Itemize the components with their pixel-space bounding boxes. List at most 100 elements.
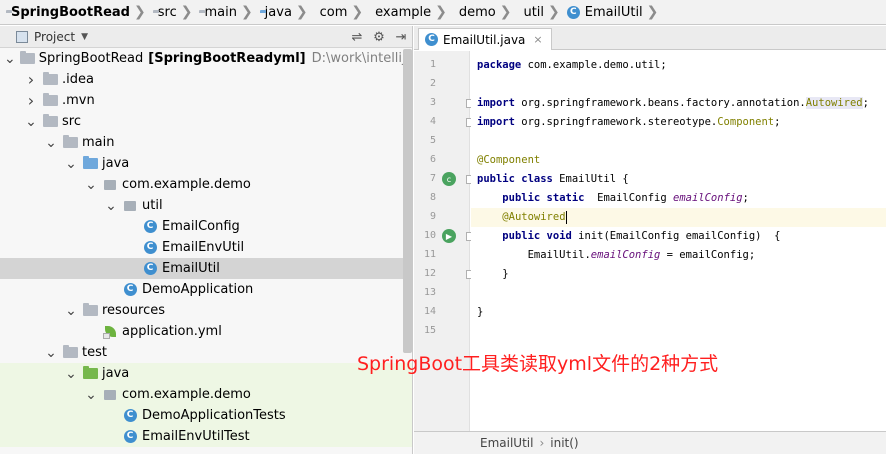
breadcrumb-item[interactable]: SpringBootRead xyxy=(0,0,134,24)
chevron-down-icon[interactable]: ⌄ xyxy=(84,387,98,403)
chevron-down-icon[interactable]: ⌄ xyxy=(84,177,98,193)
package-icon xyxy=(102,178,118,192)
settings-icon[interactable]: ⚙ xyxy=(368,26,390,48)
breadcrumb-class[interactable]: EmailUtil xyxy=(480,436,533,450)
chevron-right-icon[interactable]: › xyxy=(24,91,38,110)
tree-item[interactable]: C EmailUtil xyxy=(0,258,412,279)
breadcrumb-item[interactable]: demo xyxy=(448,0,500,24)
code-token: emailConfig xyxy=(590,249,661,261)
code-token: import xyxy=(477,97,515,109)
tree-item[interactable]: C EmailEnvUtilTest xyxy=(0,426,412,447)
code-line[interactable]: import org.springframework.beans.factory… xyxy=(477,94,869,113)
code-line[interactable]: import org.springframework.stereotype.Co… xyxy=(477,113,780,132)
chevron-down-icon[interactable]: ⌄ xyxy=(44,345,58,361)
code-token: public class xyxy=(477,173,553,185)
breadcrumb-item[interactable]: main xyxy=(193,0,240,24)
code-line[interactable]: @Component xyxy=(477,151,540,170)
tree-item[interactable]: ⌄ java xyxy=(0,153,412,174)
breadcrumb-label: example xyxy=(375,4,432,20)
tree-item[interactable]: C EmailEnvUtil xyxy=(0,237,412,258)
code-line[interactable]: EmailUtil.emailConfig = emailConfig; xyxy=(477,246,756,265)
tree-item[interactable]: ⌄ java xyxy=(0,363,412,384)
tree-item[interactable]: ⌄ main xyxy=(0,132,412,153)
breadcrumb-item[interactable]: C EmailUtil xyxy=(561,0,647,24)
line-number: 6 xyxy=(429,154,436,165)
close-icon[interactable]: × xyxy=(533,33,542,46)
breadcrumb-separator: › xyxy=(539,436,545,450)
hide-icon[interactable]: ⇥ xyxy=(390,26,412,48)
chevron-down-icon[interactable]: ⌄ xyxy=(44,135,58,151)
code-line[interactable]: } xyxy=(477,303,483,322)
breadcrumb-item[interactable]: src xyxy=(147,0,181,24)
code-token: public void xyxy=(502,230,572,242)
breadcrumb-item[interactable]: java xyxy=(254,0,296,24)
class-icon: C xyxy=(142,220,158,234)
chevron-down-icon[interactable]: ⌄ xyxy=(4,51,16,67)
chevron-right-icon: ❯ xyxy=(351,4,364,20)
chevron-down-icon[interactable]: ▼ xyxy=(81,32,88,42)
line-number: 10 xyxy=(423,230,436,241)
breadcrumb-item[interactable]: com xyxy=(309,0,352,24)
chevron-down-icon[interactable]: ⌄ xyxy=(64,156,78,172)
chevron-right-icon[interactable]: › xyxy=(24,70,38,89)
code-line[interactable]: public static EmailConfig emailConfig; xyxy=(477,189,749,208)
tree-item[interactable]: › .idea xyxy=(0,69,412,90)
line-number: 11 xyxy=(423,249,436,260)
tab-emailutil[interactable]: C EmailUtil.java × xyxy=(418,28,552,50)
code-line[interactable]: package com.example.demo.util; xyxy=(477,56,667,75)
folder-icon xyxy=(82,303,98,318)
code-line[interactable]: @Autowired xyxy=(471,208,886,227)
folder-icon xyxy=(42,114,58,129)
breadcrumb-method[interactable]: init() xyxy=(550,436,578,450)
chevron-down-icon[interactable]: ⌄ xyxy=(64,366,78,382)
folder-icon xyxy=(42,93,58,108)
breadcrumb-label: src xyxy=(157,4,177,20)
tree-item[interactable]: ⌄ src xyxy=(0,111,412,132)
tree-item[interactable]: C DemoApplication xyxy=(0,279,412,300)
tree-item-label: src xyxy=(62,114,81,129)
code-token: emailConfig xyxy=(673,192,743,204)
code-token: ; xyxy=(774,116,781,128)
breadcrumb-item[interactable]: example xyxy=(364,0,435,24)
code-token: Autowired xyxy=(805,97,863,109)
bean-icon[interactable]: c xyxy=(442,172,456,186)
chevron-down-icon[interactable]: ⌄ xyxy=(24,114,38,130)
breadcrumb-item[interactable]: util xyxy=(512,0,548,24)
tree-item[interactable]: ⌄ util xyxy=(0,195,412,216)
chevron-right-icon: ❯ xyxy=(435,4,447,20)
tree-item[interactable]: ⌄ test xyxy=(0,342,412,363)
project-panel-title[interactable]: Project xyxy=(34,30,75,44)
tree-item[interactable]: C DemoApplicationTests xyxy=(0,405,412,426)
code-line[interactable]: } xyxy=(477,265,509,284)
tree-item[interactable]: ⌄ SpringBootRead [SpringBootReadyml] D:\wor… xyxy=(0,48,412,69)
tree-item[interactable]: ⌄ com.example.demo xyxy=(0,174,412,195)
code-line[interactable]: public class EmailUtil { xyxy=(477,170,629,189)
code-line[interactable]: public void init(EmailConfig emailConfig… xyxy=(477,227,780,246)
code-token: @Component xyxy=(477,154,541,166)
class-icon: C xyxy=(142,262,158,276)
code-token: import xyxy=(477,116,515,128)
tree-item[interactable]: › .mvn xyxy=(0,90,412,111)
run-icon[interactable]: ▶ xyxy=(442,229,456,243)
tree-item-label: .idea xyxy=(62,72,94,87)
chevron-down-icon[interactable]: ⌄ xyxy=(64,303,78,319)
tree-item-label: .mvn xyxy=(62,93,95,108)
source-folder-icon xyxy=(82,156,98,171)
breadcrumb-label: java xyxy=(264,4,292,20)
tree-item[interactable]: C EmailConfig xyxy=(0,216,412,237)
project-scrollbar[interactable] xyxy=(403,49,412,353)
chevron-down-icon[interactable]: ⌄ xyxy=(104,198,118,214)
breadcrumb-label: demo xyxy=(458,4,496,20)
line-number: 5 xyxy=(429,135,436,146)
tree-item-label: DemoApplicationTests xyxy=(142,408,286,423)
tree-item[interactable]: application.yml xyxy=(0,321,412,342)
line-number: 3 xyxy=(429,97,436,108)
tree-item-label: EmailEnvUtil xyxy=(162,240,245,255)
code-token: Component xyxy=(717,116,775,128)
tree-item[interactable]: ⌄ resources xyxy=(0,300,412,321)
code-token: } xyxy=(477,268,509,280)
editor-breadcrumb: EmailUtil › init() xyxy=(414,431,886,454)
tree-item[interactable]: ⌄ com.example.demo xyxy=(0,384,412,405)
collapse-all-icon[interactable]: ⇌ xyxy=(346,26,368,48)
